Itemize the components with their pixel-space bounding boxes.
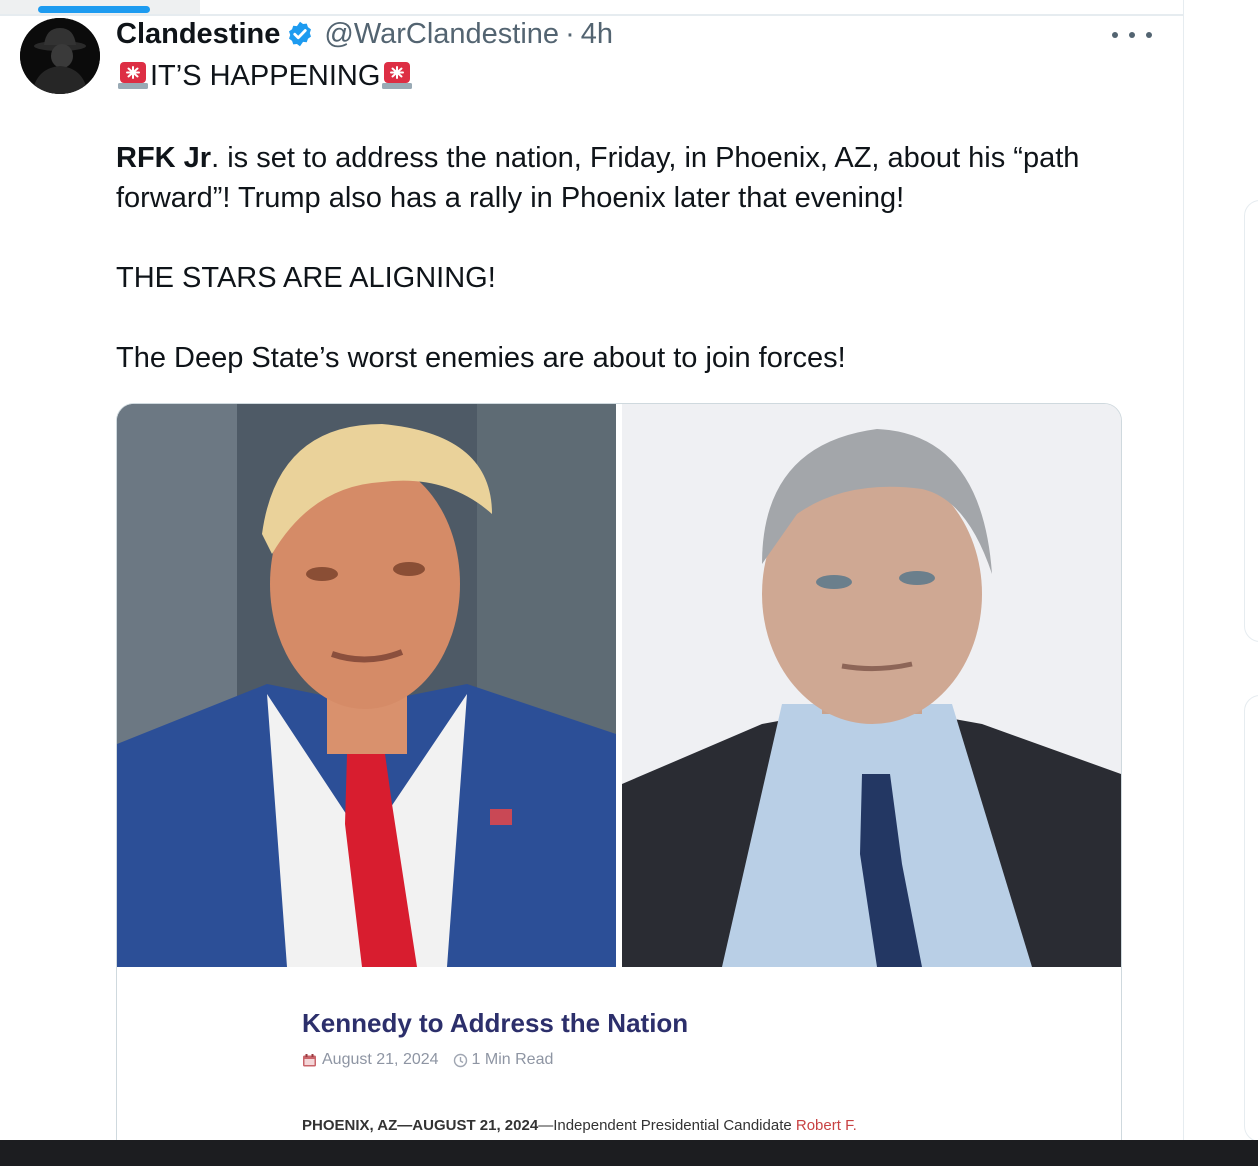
bold-mention: RFK Jr bbox=[116, 142, 212, 174]
more-dot bbox=[1146, 32, 1152, 38]
excerpt-text: —Independent Presidential Candidate bbox=[538, 1117, 796, 1134]
police-light-icon bbox=[116, 59, 150, 91]
headline-text: IT’S HAPPENING bbox=[150, 60, 381, 92]
tweet-headline: IT’S HAPPENING bbox=[116, 56, 414, 96]
tweet-header: Clandestine @WarClandestine · 4h bbox=[116, 14, 613, 54]
media-card[interactable]: Kennedy to Address the Nation August 21,… bbox=[116, 403, 1122, 1165]
article-title: Kennedy to Address the Nation bbox=[302, 1008, 689, 1038]
photo-right[interactable] bbox=[622, 404, 1121, 967]
more-dot bbox=[1112, 32, 1118, 38]
article-meta: August 21, 2024 1 Min Read bbox=[302, 1051, 553, 1069]
timestamp[interactable]: 4h bbox=[581, 18, 613, 51]
display-name[interactable]: Clandestine bbox=[116, 18, 280, 51]
avatar[interactable] bbox=[20, 18, 100, 94]
more-dot bbox=[1129, 32, 1135, 38]
verified-badge-icon[interactable] bbox=[286, 20, 314, 48]
photo-left[interactable] bbox=[117, 404, 616, 967]
bottom-bar bbox=[0, 1140, 1258, 1166]
article-date: August 21, 2024 bbox=[322, 1051, 439, 1068]
excerpt-dateline: PHOENIX, AZ—AUGUST 21, 2024 bbox=[302, 1117, 539, 1134]
calendar-icon bbox=[302, 1053, 317, 1068]
paragraph-text: . is set to address the nation, Friday, … bbox=[211, 142, 1080, 174]
police-light-icon bbox=[380, 59, 414, 91]
sidebar-card bbox=[1244, 695, 1258, 1142]
tweet-paragraph-line: RFK Jr. is set to address the nation, Fr… bbox=[116, 138, 1079, 178]
article-excerpt: PHOENIX, AZ—AUGUST 21, 2024—Independent … bbox=[302, 1117, 857, 1134]
article-read-time: 1 Min Read bbox=[471, 1051, 554, 1068]
excerpt-link[interactable]: Robert F. bbox=[796, 1117, 857, 1134]
separator-dot: · bbox=[565, 17, 575, 50]
author-handle[interactable]: @WarClandestine bbox=[324, 18, 559, 51]
article-preview: Kennedy to Address the Nation August 21,… bbox=[117, 967, 1121, 1164]
clock-icon bbox=[453, 1053, 468, 1068]
tweet-paragraph-line: forward”! Trump also has a rally in Phoe… bbox=[116, 182, 905, 214]
tweet-paragraph: THE STARS ARE ALIGNING! bbox=[116, 262, 496, 294]
sidebar-card bbox=[1244, 200, 1258, 642]
more-icon[interactable] bbox=[1112, 22, 1152, 48]
column-divider bbox=[1183, 0, 1184, 1140]
active-tab-indicator bbox=[38, 6, 150, 13]
tweet-paragraph: The Deep State’s worst enemies are about… bbox=[116, 342, 846, 374]
